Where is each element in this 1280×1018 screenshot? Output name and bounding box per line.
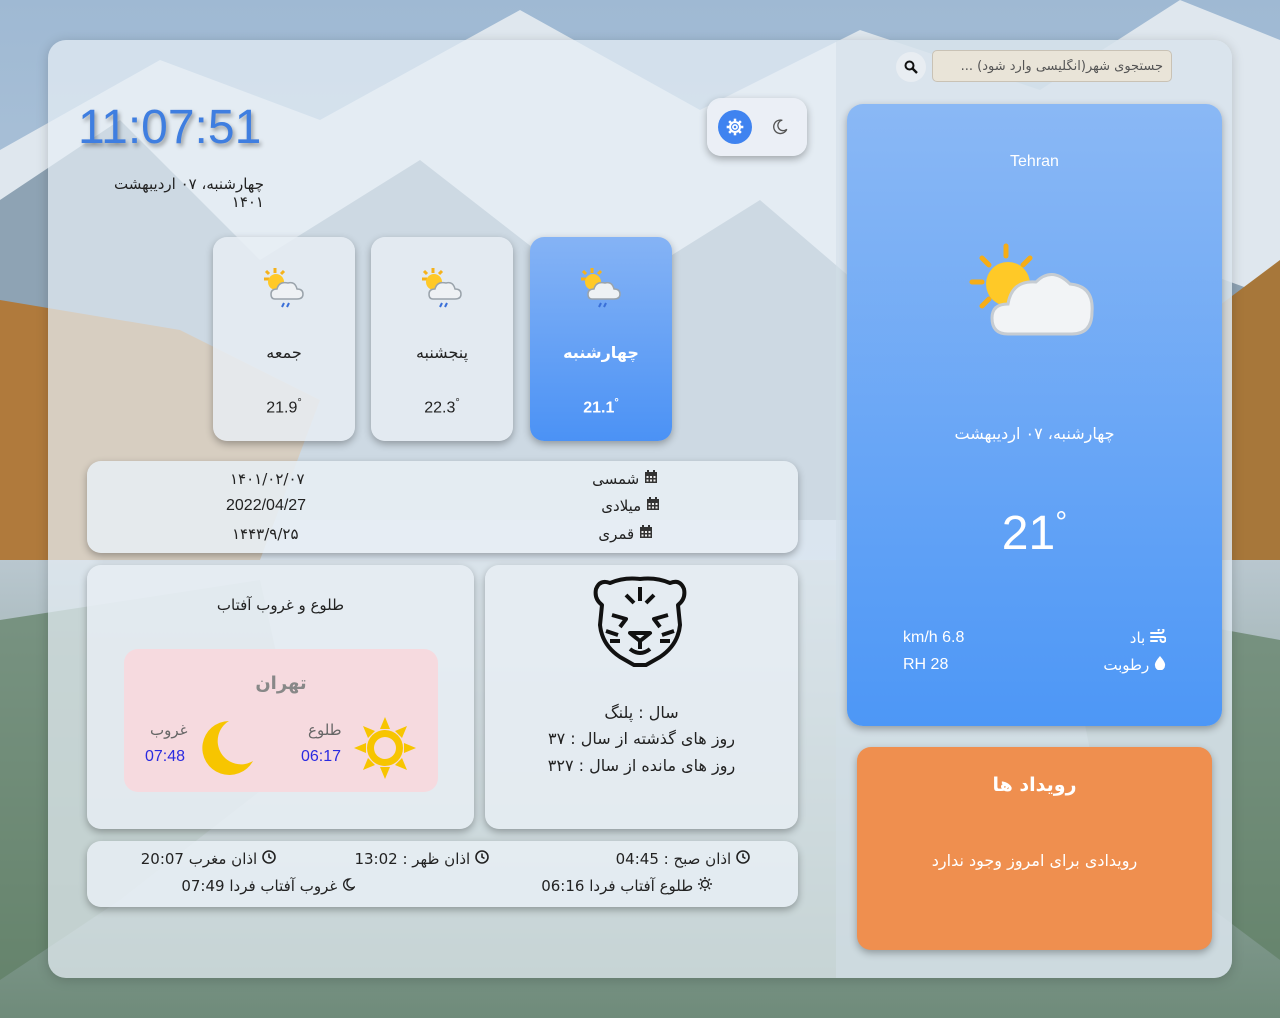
sunset-label: غروب <box>150 721 188 739</box>
sunrise-time: 06:17 <box>301 748 342 765</box>
search-icon <box>904 60 918 74</box>
forecast-temp: 22.3° <box>424 397 460 417</box>
sun-times-box: طلوع و غروب آفتاب تهران طلوع 06:17 غروب … <box>87 565 474 829</box>
forecast-temp: 21.1° <box>583 397 619 417</box>
calendar-dates-box: شمسی ۱۴۰۱/۰۲/۰۷ میلادی 2022/04/27 قمری ۱… <box>87 461 798 553</box>
year-days-remaining: روز های مانده از سال : ۳۲۷ <box>547 756 736 775</box>
calendar-row-shamsi: شمسی <box>592 470 658 488</box>
current-temp: 21° <box>1001 506 1068 560</box>
partly-cloudy-rain-icon <box>581 268 621 308</box>
partly-cloudy-icon <box>969 243 1094 336</box>
forecast-day-name: پنجشنبه <box>415 343 469 362</box>
forecast-temp: 21.9° <box>266 397 302 417</box>
calendar-label: قمری <box>598 525 635 543</box>
calendar-row-miladi: میلادی <box>601 497 660 515</box>
events-title: رویداد ها <box>992 774 1077 796</box>
events-message: رویدادی برای امروز وجود ندارد <box>931 851 1138 870</box>
clock-time: 11:07:51 <box>78 101 262 154</box>
sun-times-inner: تهران طلوع 06:17 غروب 07:48 <box>124 649 438 792</box>
calendar-icon <box>640 525 652 538</box>
sunrise-tomorrow: طلوع آفتاب فردا 06:16 <box>541 877 712 895</box>
clock-icon <box>262 850 276 864</box>
sun-title: طلوع و غروب آفتاب <box>216 596 345 614</box>
clock-icon <box>736 850 750 864</box>
moon-small-icon <box>343 878 356 891</box>
sunset-time: 07:48 <box>145 748 186 765</box>
calendar-label: میلادی <box>601 497 642 515</box>
sunrise-label: طلوع <box>308 721 342 739</box>
search-button[interactable] <box>896 52 926 82</box>
calendar-icon <box>647 497 659 510</box>
year-days-passed: روز های گذشته از سال : ۳۷ <box>547 729 735 748</box>
sunset-tomorrow: غروب آفتاب فردا 07:49 <box>181 877 356 895</box>
calendar-value-shamsi: ۱۴۰۱/۰۲/۰۷ <box>230 470 305 488</box>
current-city: Tehran <box>1010 153 1059 170</box>
forecast-day-name: چهارشنبه <box>563 343 639 362</box>
sun-icon <box>354 717 416 779</box>
current-weather-card: Tehran چهارشنبه، ۰۷ اردیبهشت 21° باد km/… <box>847 104 1222 726</box>
search-input[interactable] <box>932 50 1172 82</box>
moon-icon <box>202 721 253 775</box>
wind-label: باد <box>1130 627 1167 647</box>
clock-date: چهارشنبه، ۰۷ اردیبهشت ۱۴۰۱ <box>114 175 264 211</box>
calendar-value-ghamari: ۱۴۴۳/۹/۲۵ <box>232 525 299 543</box>
partly-cloudy-rain-icon <box>264 268 304 308</box>
prayer-fajr: اذان صبح : 04:45 <box>616 850 750 868</box>
prayer-maghrib: اذان مغرب 20:07 <box>141 850 276 868</box>
calendar-icon <box>645 470 657 483</box>
water-drop-icon <box>1154 656 1166 671</box>
calendar-label: شمسی <box>592 470 640 488</box>
theme-toggle[interactable] <box>707 98 807 156</box>
partly-cloudy-rain-icon <box>422 268 462 308</box>
prayer-times-box: اذان صبح : 04:45 اذان ظهر : 13:02 اذان م… <box>87 841 798 907</box>
tiger-icon <box>593 576 687 667</box>
prayer-dhuhr: اذان ظهر : 13:02 <box>354 850 489 868</box>
events-card: رویداد ها رویدادی برای امروز وجود ندارد <box>857 747 1212 950</box>
wind-value: km/h 6.8 <box>903 629 965 646</box>
forecast-day-name: جمعه <box>266 343 302 362</box>
sun-small-icon <box>698 877 712 891</box>
humidity-value: RH 28 <box>903 656 949 673</box>
dark-mode-moon-icon[interactable] <box>767 114 793 140</box>
wind-icon <box>1150 627 1167 643</box>
forecast-card-day3[interactable]: جمعه 21.9° <box>213 237 355 441</box>
clock-icon <box>475 850 489 864</box>
current-date: چهارشنبه، ۰۷ اردیبهشت <box>954 424 1115 443</box>
humidity-label: رطوبت <box>1103 656 1166 674</box>
calendar-row-ghamari: قمری <box>598 525 653 543</box>
year-animal: سال : پلنگ <box>604 703 679 722</box>
settings-gear-icon[interactable] <box>718 110 752 144</box>
forecast-card-day2[interactable]: پنجشنبه 22.3° <box>371 237 513 441</box>
calendar-value-miladi: 2022/04/27 <box>226 497 307 514</box>
forecast-card-today[interactable]: چهارشنبه 21.1° <box>530 237 672 441</box>
sun-city: تهران <box>255 673 307 694</box>
year-info-box: سال : پلنگ روز های گذشته از سال : ۳۷ روز… <box>485 565 798 829</box>
